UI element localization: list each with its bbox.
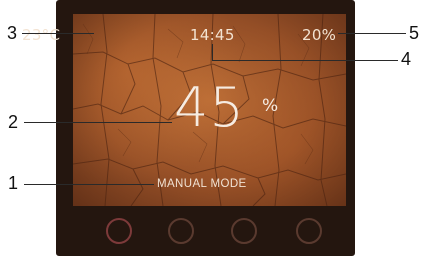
callout-leader-1 (24, 184, 154, 185)
main-value-readout: 45 (174, 76, 245, 139)
temperature-readout: 23°C (22, 26, 61, 44)
main-value-unit: % (262, 96, 279, 116)
control-button-3[interactable] (231, 218, 257, 244)
callout-leader-4-horizontal (212, 60, 398, 61)
callout-number-4: 4 (401, 49, 412, 69)
callout-number-2: 2 (8, 112, 19, 132)
clock-readout: 14:45 (190, 26, 235, 44)
control-button-1[interactable] (106, 218, 132, 244)
callout-leader-2 (24, 122, 172, 123)
battery-readout: 20% (302, 26, 337, 44)
callout-leader-4-vertical (212, 44, 213, 60)
mode-label: MANUAL MODE (157, 178, 247, 190)
callout-number-1: 1 (8, 173, 19, 193)
callout-leader-3 (22, 33, 94, 34)
control-button-2[interactable] (168, 218, 194, 244)
callout-leader-5 (338, 33, 406, 34)
control-button-4[interactable] (296, 218, 322, 244)
callout-number-3: 3 (7, 23, 18, 43)
callout-number-5: 5 (409, 23, 420, 43)
